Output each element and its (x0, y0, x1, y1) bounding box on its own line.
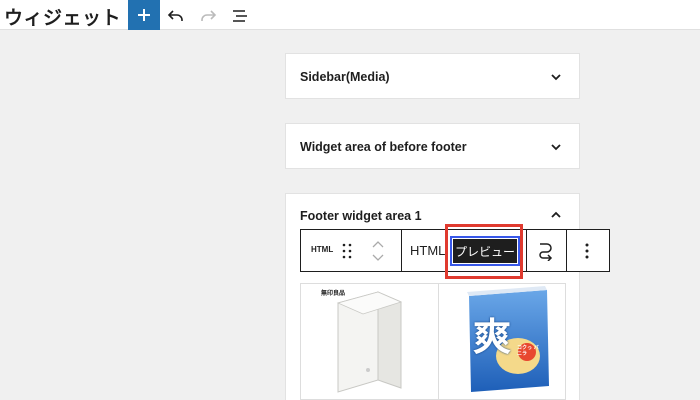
page-title: ウィジェット (4, 7, 122, 29)
block-type-button[interactable]: HTML (311, 245, 333, 254)
move-up-icon[interactable] (371, 239, 385, 249)
list-view-icon (233, 10, 247, 22)
chevron-up-icon[interactable] (549, 208, 563, 222)
list-view-button[interactable] (229, 5, 251, 27)
redo-button[interactable] (197, 5, 219, 27)
chevron-down-icon[interactable] (549, 140, 563, 154)
widget-area-sidebar-media[interactable]: Sidebar(Media) (285, 53, 580, 99)
html-preview-area: 無印良品 爽 コクっ バニラ (300, 283, 566, 400)
divider (566, 230, 567, 271)
panel-title[interactable]: Footer widget area 1 (300, 209, 422, 223)
divider (526, 230, 527, 271)
product-image-left: 無印良品 (301, 284, 439, 399)
top-bar: ウィジェット (0, 0, 700, 30)
move-down-icon[interactable] (371, 253, 385, 263)
undo-icon (167, 10, 183, 21)
add-block-button[interactable] (128, 0, 160, 30)
file-box-image (336, 291, 403, 393)
widget-area-before-footer[interactable]: Widget area of before footer (285, 123, 580, 169)
highlight-annotation (445, 224, 523, 279)
panel-title: Widget area of before footer (300, 140, 467, 154)
panel-title: Sidebar(Media) (300, 70, 390, 84)
transform-icon[interactable] (536, 241, 554, 261)
html-tab[interactable]: HTML (410, 243, 445, 258)
product-image-right: 爽 コクっ バニラ (439, 284, 565, 399)
undo-button[interactable] (165, 5, 187, 27)
more-options-icon[interactable] (585, 243, 589, 259)
drag-handle-icon[interactable] (342, 243, 352, 259)
divider (401, 230, 402, 271)
plus-icon (138, 9, 150, 21)
redo-icon (201, 10, 217, 21)
chevron-down-icon[interactable] (549, 70, 563, 84)
product-badge: コクっ バニラ (517, 345, 539, 357)
product-caption: 爽 (473, 315, 512, 359)
